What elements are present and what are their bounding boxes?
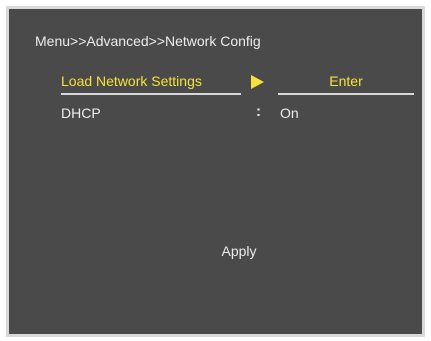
apply-button[interactable]: Apply [9, 243, 431, 259]
breadcrumb: Menu>>Advanced>>Network Config [35, 33, 261, 49]
menu-item-dhcp[interactable]: DHCP [61, 105, 101, 121]
osd-frame: Menu>>Advanced>>Network Config Load Netw… [6, 6, 425, 337]
load-network-settings-value[interactable]: Enter [278, 73, 414, 89]
selection-underline-left [61, 93, 241, 95]
osd-menu-panel: Menu>>Advanced>>Network Config Load Netw… [9, 9, 422, 334]
selection-arrow-icon [251, 75, 264, 89]
menu-item-load-network-settings[interactable]: Load Network Settings [61, 73, 202, 89]
selection-underline-right [278, 93, 414, 95]
dhcp-separator: : [256, 103, 261, 120]
dhcp-value[interactable]: On [280, 105, 299, 121]
